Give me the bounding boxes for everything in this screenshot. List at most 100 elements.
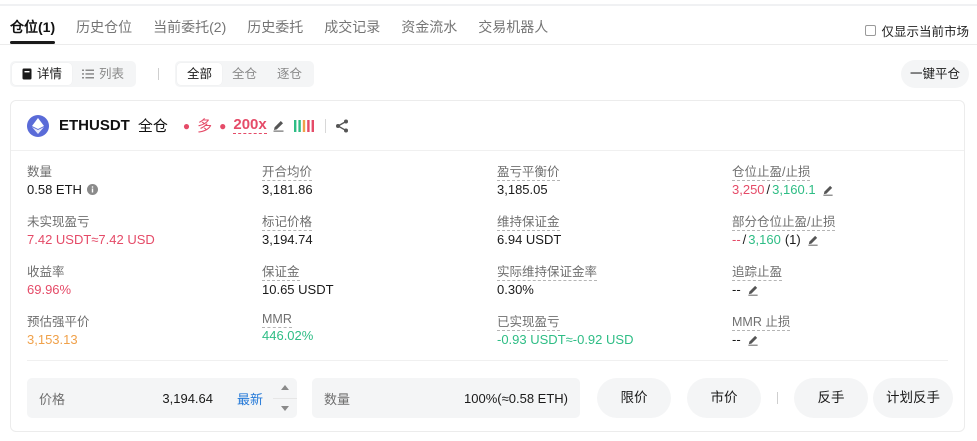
partial-stop-loss-value: 3,160 bbox=[748, 232, 781, 247]
close-price-value[interactable]: 3,194.64 bbox=[162, 391, 213, 406]
view-detail-label: 详情 bbox=[37, 67, 63, 81]
adl-indicator-icon bbox=[293, 119, 316, 132]
maint-margin-value: 6.94 USDT bbox=[497, 232, 562, 247]
position-tabs: 仓位(1) 历史仓位 当前委托(2) 历史委托 成交记录 资金流水 交易机器人 bbox=[0, 16, 569, 44]
close-quantity-label: 数量 bbox=[324, 391, 351, 407]
tab-open-orders[interactable]: 当前委托(2) bbox=[153, 16, 226, 44]
field-entry-price: 开合均价 3,181.86 bbox=[262, 161, 313, 197]
market-close-button[interactable]: 市价 bbox=[687, 378, 761, 418]
only-current-market-checkbox[interactable] bbox=[865, 25, 877, 36]
view-list-label: 列表 bbox=[99, 67, 125, 81]
stop-loss-value: 3,160.1 bbox=[772, 182, 816, 197]
break-even-value: 3,185.05 bbox=[497, 182, 548, 197]
quantity-label: 数量 bbox=[27, 165, 53, 179]
latest-price-button[interactable]: 最新 bbox=[237, 389, 263, 408]
close-price-input[interactable]: 价格 3,194.64 最新 bbox=[27, 378, 297, 418]
header-separator bbox=[324, 118, 326, 133]
field-margin: 保证金 10.65 USDT bbox=[262, 261, 334, 297]
tab-funding-flow[interactable]: 资金流水 bbox=[401, 16, 457, 44]
tab-positions[interactable]: 仓位(1) bbox=[10, 16, 56, 44]
field-realized-pnl: 已实现盈亏 -0.93 USDT≈-0.92 USD bbox=[497, 311, 633, 347]
field-break-even: 盈亏平衡价 3,185.05 bbox=[497, 161, 560, 197]
tab-trading-bots[interactable]: 交易机器人 bbox=[478, 16, 548, 44]
field-unrealized-pnl: 未实现盈亏 7.42 USDT≈7.42 USD bbox=[27, 211, 155, 247]
field-mmr-sl: MMR 止损 -- bbox=[732, 311, 791, 347]
field-mark-price: 标记价格 3,194.74 bbox=[262, 211, 313, 247]
mmr-sl-value-row[interactable]: -- bbox=[732, 332, 790, 347]
field-maint-margin: 维持保证金 6.94 USDT bbox=[497, 211, 561, 247]
separator-dot: ● bbox=[219, 118, 227, 133]
position-margin-mode: 全仓 bbox=[137, 118, 168, 135]
close-quantity-input[interactable]: 数量 100%(≈0.58 ETH) bbox=[312, 378, 580, 418]
position-symbol[interactable]: ETHUSDT bbox=[59, 117, 130, 134]
top-border bbox=[0, 4, 977, 6]
filter-all-button[interactable]: 全部 bbox=[177, 63, 223, 85]
edit-leverage-icon[interactable] bbox=[272, 119, 285, 132]
ethereum-icon bbox=[27, 114, 49, 137]
liq-price-label: 预估强平价 bbox=[27, 315, 90, 329]
trailing-stop-value-row[interactable]: -- bbox=[732, 282, 782, 297]
tpsl-separator: / bbox=[766, 182, 771, 197]
view-detail-button[interactable]: 详情 bbox=[12, 63, 73, 85]
list-icon bbox=[82, 69, 95, 79]
info-icon[interactable] bbox=[86, 184, 98, 195]
tab-order-history[interactable]: 历史委托 bbox=[247, 16, 303, 44]
mmr-value: 446.02% bbox=[262, 328, 314, 343]
partial-tpsl-value[interactable]: -- / 3,160 (1) bbox=[732, 232, 835, 247]
roe-value: 69.96% bbox=[27, 282, 72, 297]
trailing-stop-value: -- bbox=[732, 282, 741, 297]
mmr-sl-label: MMR 止损 bbox=[732, 315, 791, 331]
view-list-button[interactable]: 列表 bbox=[72, 63, 134, 85]
margin-value: 10.65 USDT bbox=[262, 282, 334, 297]
partial-tpsl-separator: / bbox=[742, 232, 747, 247]
mmr-sl-value: -- bbox=[732, 332, 741, 347]
plan-reverse-button[interactable]: 计划反手 bbox=[873, 378, 953, 418]
share-icon[interactable] bbox=[335, 119, 349, 133]
position-card: ETHUSDT 全仓 ● 多 ● 200x 数量 0.58 ETH 未实现盈亏 … bbox=[10, 100, 965, 432]
maint-margin-label: 维持保证金 bbox=[497, 215, 560, 231]
only-current-market-filter[interactable]: 仅显示当前市场 bbox=[865, 21, 969, 40]
position-tpsl-value[interactable]: 3,250 / 3,160.1 bbox=[732, 182, 834, 197]
mmr-label: MMR bbox=[262, 312, 292, 328]
entry-price-label: 开合均价 bbox=[262, 165, 313, 181]
field-position-tpsl: 仓位止盈/止损 3,250 / 3,160.1 bbox=[732, 161, 834, 197]
field-roe: 收益率 69.96% bbox=[27, 261, 71, 297]
take-profit-value: 3,250 bbox=[732, 182, 765, 197]
margin-mode-filter: 全部 全仓 逐仓 bbox=[175, 61, 315, 87]
detail-card-icon bbox=[22, 68, 32, 80]
realized-pnl-label: 已实现盈亏 bbox=[497, 315, 560, 331]
position-leverage[interactable]: 200x bbox=[233, 117, 267, 134]
tabs-divider bbox=[0, 44, 977, 45]
button-separator bbox=[777, 392, 778, 404]
quantity-value-row: 0.58 ETH bbox=[27, 182, 98, 197]
filter-cross-button[interactable]: 全仓 bbox=[222, 63, 267, 85]
filter-isolated-button[interactable]: 逐仓 bbox=[267, 63, 312, 85]
position-tpsl-label: 仓位止盈/止损 bbox=[732, 165, 811, 181]
margin-label: 保证金 bbox=[262, 265, 300, 281]
close-quantity-value[interactable]: 100%(≈0.58 ETH) bbox=[464, 391, 568, 406]
limit-close-button[interactable]: 限价 bbox=[597, 378, 671, 418]
roe-label: 收益率 bbox=[27, 265, 65, 279]
close-all-positions-button[interactable]: 一键平仓 bbox=[900, 60, 969, 88]
actual-maint-rate-label: 实际维持保证金率 bbox=[497, 265, 598, 281]
unrealized-pnl-label: 未实现盈亏 bbox=[27, 215, 90, 229]
liq-price-value: 3,153.13 bbox=[27, 332, 78, 347]
partial-tpsl-count: (1) bbox=[784, 232, 801, 247]
tab-trade-history[interactable]: 成交记录 bbox=[324, 16, 380, 44]
edit-trailing-stop-icon[interactable] bbox=[747, 284, 759, 296]
break-even-label: 盈亏平衡价 bbox=[497, 165, 560, 181]
tab-position-history[interactable]: 历史仓位 bbox=[76, 16, 132, 44]
view-toggle: 详情 列表 bbox=[10, 61, 137, 87]
edit-mmr-sl-icon[interactable] bbox=[747, 334, 759, 346]
price-increment-button[interactable] bbox=[273, 378, 297, 398]
mark-price-label: 标记价格 bbox=[262, 215, 313, 231]
price-decrement-button[interactable] bbox=[273, 397, 297, 419]
reverse-position-button[interactable]: 反手 bbox=[794, 378, 868, 418]
close-price-label: 价格 bbox=[39, 391, 66, 407]
edit-tpsl-icon[interactable] bbox=[822, 184, 834, 196]
position-side: 多 bbox=[197, 118, 213, 135]
realized-pnl-value: -0.93 USDT≈-0.92 USD bbox=[497, 332, 634, 347]
only-current-market-label: 仅显示当前市场 bbox=[881, 25, 969, 39]
field-mmr: MMR 446.02% bbox=[262, 311, 313, 343]
edit-partial-tpsl-icon[interactable] bbox=[807, 234, 819, 246]
